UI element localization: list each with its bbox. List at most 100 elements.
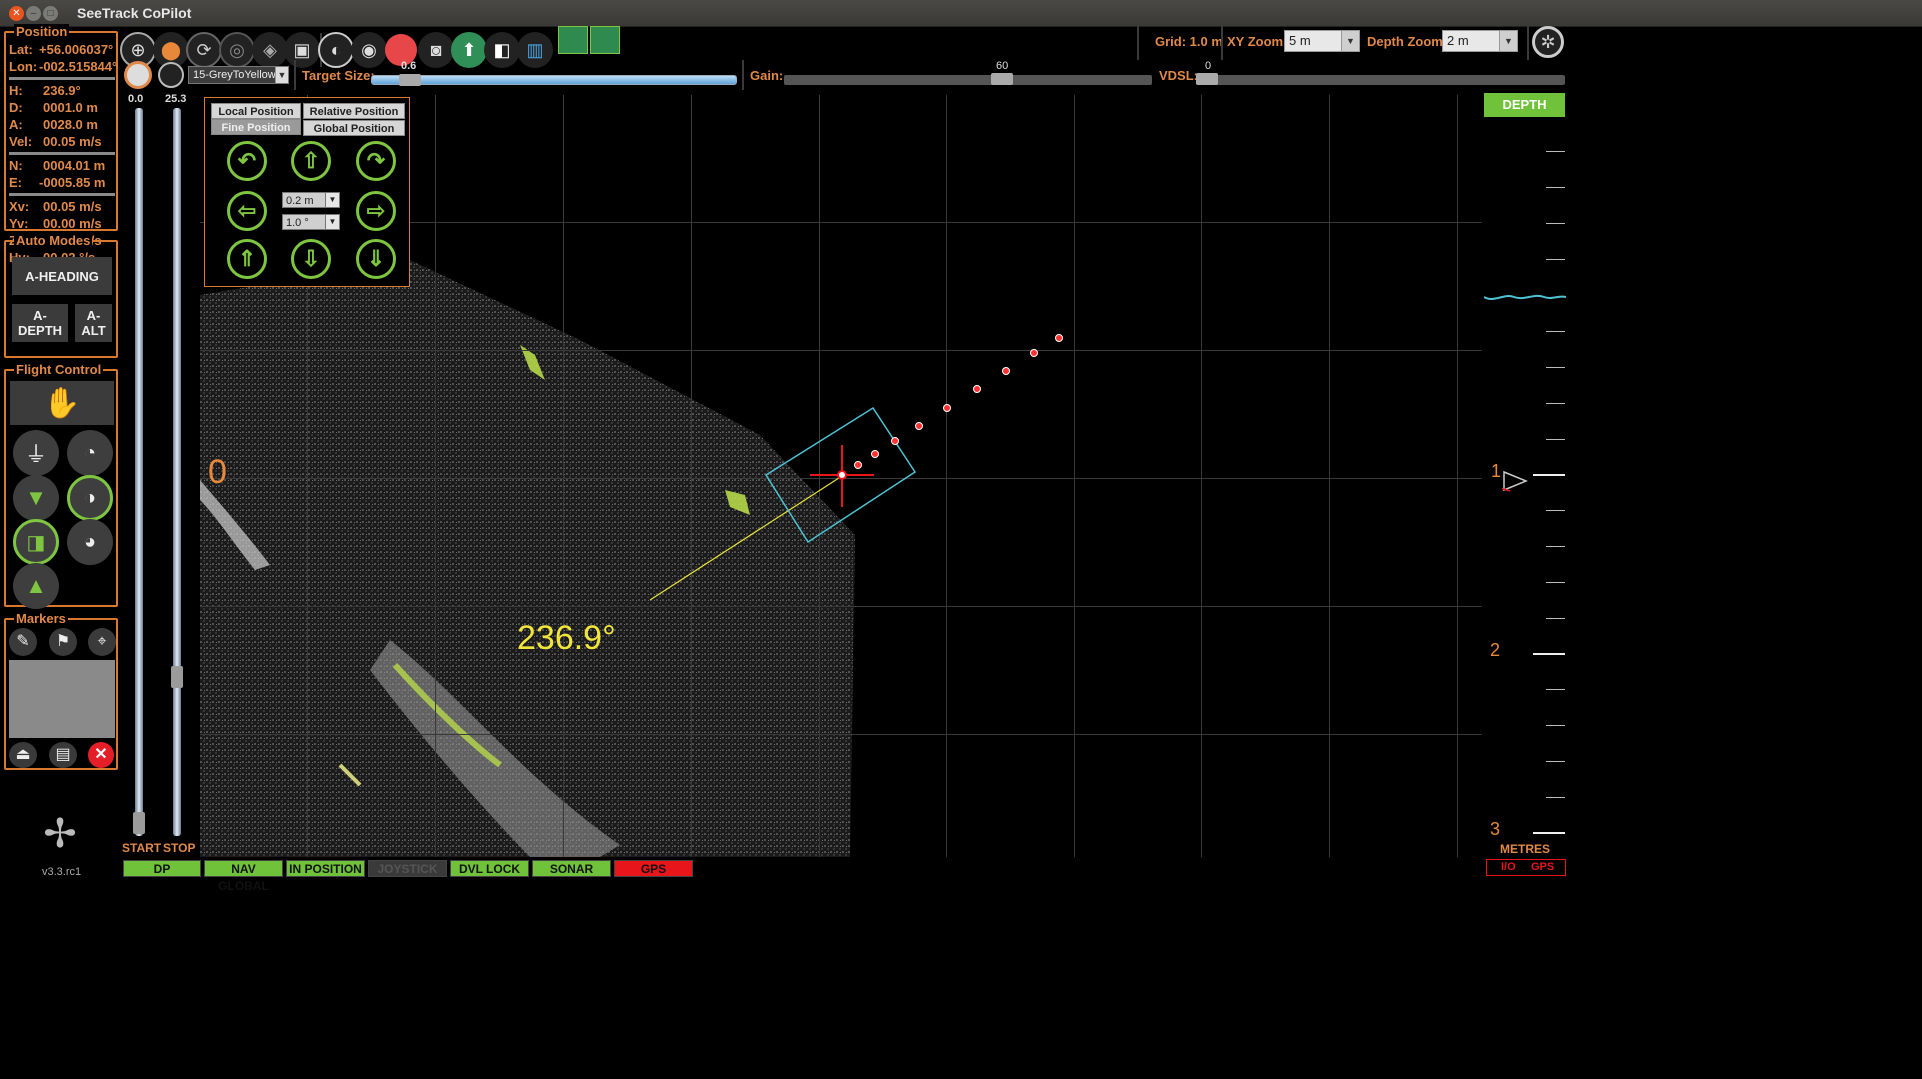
maximize-window-button[interactable]: □ [43, 6, 58, 21]
markers-list[interactable] [9, 660, 115, 738]
stop-slider[interactable] [171, 108, 183, 836]
move-backward-button[interactable]: ⇩ [291, 239, 331, 279]
target-size-slider[interactable] [371, 74, 737, 86]
monitor-pin-icon[interactable]: ▣ [284, 32, 320, 68]
heading-gauge-icon[interactable]: ◔ [67, 430, 113, 476]
waypoint [871, 450, 879, 458]
east-row: E: -0005.85 m [9, 175, 106, 190]
step-angle-select[interactable]: 1.0 ° ▼ [282, 214, 340, 230]
layers-icon[interactable]: ◈ [252, 32, 288, 68]
xv-row: Xv: 00.05 m/s [9, 199, 102, 214]
minimize-window-button[interactable]: – [26, 6, 41, 21]
start-slider-thumb[interactable] [133, 812, 145, 834]
marker-pin-icon[interactable]: ✎ [9, 628, 37, 656]
ring-icon[interactable] [158, 62, 184, 88]
a-depth-button[interactable]: A-DEPTH [12, 304, 68, 342]
waypoint [943, 404, 951, 412]
stop-hand-icon[interactable]: ✋ [10, 381, 114, 425]
gain-label: Gain: [750, 68, 784, 83]
xy-zoom-value: 5 m [1289, 33, 1311, 48]
monitor-eraser-icon[interactable]: ◨ [13, 519, 59, 565]
waypoint [1002, 367, 1010, 375]
markers-title: Markers [14, 611, 68, 626]
a-alt-button[interactable]: A-ALT [75, 304, 112, 342]
vdsl-value: 0 [1205, 60, 1212, 72]
depth-tick [1546, 618, 1565, 619]
monitor-down-icon[interactable]: ▼ [13, 475, 59, 521]
depth-scale-2: 2 [1490, 640, 1501, 660]
delete-icon[interactable]: ✕ [88, 742, 114, 768]
target-size-slider-thumb[interactable] [399, 74, 421, 86]
status-gps: GPS [614, 860, 693, 877]
close-window-button[interactable]: ✕ [9, 6, 24, 21]
monitor-up-icon[interactable]: ▲ [13, 563, 59, 609]
stop-label: STOP [163, 841, 196, 855]
a-heading-button[interactable]: A-HEADING [12, 257, 112, 295]
gain-slider-thumb[interactable] [991, 73, 1013, 85]
rotate-right-button[interactable]: ↷ [356, 141, 396, 181]
tab-local-position[interactable]: Local Position [211, 103, 301, 119]
chevron-down-icon: ▼ [275, 67, 288, 83]
toolbar-separator [742, 60, 744, 90]
marker-run-icon[interactable]: ⚑ [49, 628, 77, 656]
depth-tick [1546, 725, 1565, 726]
sonar-icon[interactable]: ▥ [517, 32, 553, 68]
globe-grid-icon[interactable]: ◎ [219, 32, 255, 68]
north-value: 0004.01 m [43, 158, 106, 173]
throttle-gauge-icon[interactable]: ◕ [67, 519, 113, 565]
depth-tick [1546, 761, 1565, 762]
depth-zoom-value: 2 m [1447, 33, 1469, 48]
rotate-left-button[interactable]: ↶ [227, 141, 267, 181]
window-title: SeeTrack CoPilot [77, 5, 192, 21]
signal-icon[interactable]: ◉ [351, 32, 387, 68]
ascend-button[interactable]: ⇑ [227, 239, 267, 279]
camera-icon[interactable]: ◙ [418, 32, 454, 68]
depth-button[interactable]: DEPTH [1484, 93, 1565, 117]
tab-fine-position[interactable]: Fine Position [211, 119, 301, 135]
marker-location-icon[interactable]: ⌖ [88, 628, 116, 656]
step-angle-value: 1.0 ° [286, 217, 309, 229]
gain-slider[interactable] [784, 73, 1152, 85]
xy-zoom-select[interactable]: 5 m ▼ [1284, 30, 1360, 52]
status-sonar: SONAR [532, 860, 611, 877]
move-forward-button[interactable]: ⇧ [291, 141, 331, 181]
tab-relative-position[interactable]: Relative Position [303, 103, 405, 119]
flight-control-title: Flight Control [14, 362, 104, 377]
depth-major-tick [1533, 832, 1565, 834]
gear-icon[interactable]: ✲ [1532, 26, 1564, 58]
depth-zoom-label: Depth Zoom: [1367, 34, 1448, 49]
speed-gauge-icon[interactable]: ◑ [67, 475, 113, 521]
descend-button[interactable]: ⇓ [356, 239, 396, 279]
start-slider[interactable] [133, 108, 145, 836]
step-distance-select[interactable]: 0.2 m ▼ [282, 192, 340, 208]
save-icon[interactable]: ▤ [49, 742, 77, 768]
compass-icon[interactable]: ◐ [318, 32, 354, 68]
upload-arrow-icon[interactable]: ⬆ [451, 32, 487, 68]
heading-compass-icon[interactable] [124, 61, 152, 89]
depth-tick [1546, 403, 1565, 404]
move-right-button[interactable]: ⇨ [356, 191, 396, 231]
stop-slider-thumb[interactable] [171, 666, 183, 688]
lon-value: -002.515844° [39, 59, 118, 74]
upload-icon[interactable]: ⏏ [9, 742, 37, 768]
status-joystick: JOYSTICK [368, 860, 447, 877]
depth-tick [1546, 259, 1565, 260]
status-dp: DP [123, 860, 201, 877]
depth-row: D: 0001.0 m [9, 100, 98, 115]
target-size-value: 0.6 [401, 60, 417, 72]
palette-select[interactable]: 15-GreyToYellow ▼ [188, 66, 289, 84]
depth-tick [1546, 439, 1565, 440]
vdsl-slider[interactable] [1196, 73, 1565, 85]
move-left-button[interactable]: ⇦ [227, 191, 267, 231]
vdsl-slider-thumb[interactable] [1196, 73, 1218, 85]
tab-global-position[interactable]: Global Position [303, 120, 405, 136]
altitude-row: A: 0028.0 m [9, 117, 98, 132]
chevron-down-icon: ▼ [1499, 31, 1517, 51]
play-grid-icon[interactable] [558, 26, 588, 54]
depth-zoom-select[interactable]: 2 m ▼ [1442, 30, 1518, 52]
eraser-icon[interactable]: ◧ [484, 32, 520, 68]
route-icon[interactable]: ⟳ [186, 32, 222, 68]
altitude-value: 0028.0 m [43, 117, 98, 132]
erase-grid-icon[interactable] [590, 26, 620, 54]
joystick-icon[interactable]: ⏚ [13, 430, 59, 476]
